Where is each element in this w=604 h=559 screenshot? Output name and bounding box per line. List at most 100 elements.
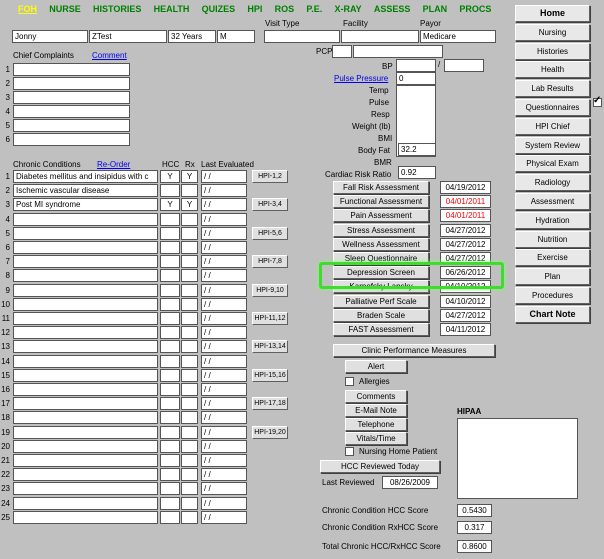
cardiac-risk-field[interactable]: 0.92: [398, 166, 436, 179]
condition-name-field[interactable]: Ischemic vascular disease: [13, 184, 158, 198]
nav-ros[interactable]: ROS: [275, 4, 295, 14]
condition-last-evaluated-field[interactable]: / /: [201, 411, 247, 425]
nav-hpi[interactable]: HPI: [247, 4, 262, 14]
condition-name-field[interactable]: [13, 383, 158, 396]
condition-rx-field[interactable]: [181, 312, 198, 325]
condition-hcc-field[interactable]: [160, 312, 180, 325]
condition-name-field[interactable]: [13, 411, 158, 425]
body-fat-field[interactable]: 32.2: [398, 143, 436, 156]
assessment-button[interactable]: Functional Assessment: [333, 195, 429, 209]
condition-rx-field[interactable]: [181, 397, 198, 411]
sidebar-button[interactable]: Nursing: [515, 23, 590, 41]
condition-rx-field[interactable]: [181, 326, 198, 340]
hpi-button[interactable]: HPI-17,18: [252, 397, 288, 411]
condition-rx-field[interactable]: [181, 212, 198, 226]
condition-hcc-field[interactable]: [160, 340, 180, 354]
condition-last-evaluated-field[interactable]: / /: [201, 468, 247, 482]
condition-rx-field[interactable]: [181, 297, 198, 311]
condition-last-evaluated-field[interactable]: / /: [201, 198, 247, 212]
condition-hcc-field[interactable]: Y: [160, 170, 180, 183]
condition-hcc-field[interactable]: [160, 454, 180, 467]
condition-name-field[interactable]: [13, 425, 158, 439]
condition-last-evaluated-field[interactable]: / /: [201, 170, 247, 183]
condition-last-evaluated-field[interactable]: / /: [201, 397, 247, 411]
reorder-link[interactable]: Re-Order: [97, 160, 130, 170]
condition-name-field[interactable]: [13, 255, 158, 269]
condition-name-field[interactable]: [13, 312, 158, 325]
condition-hcc-field[interactable]: [160, 212, 180, 226]
condition-rx-field[interactable]: [181, 226, 198, 240]
comments-button[interactable]: Comments: [345, 390, 407, 403]
condition-last-evaluated-field[interactable]: / /: [201, 425, 247, 439]
nav-xray[interactable]: X-RAY: [335, 4, 362, 14]
vitals-time-button[interactable]: Vitals/Time: [345, 432, 407, 445]
condition-name-field[interactable]: [13, 510, 158, 524]
visit-type-field[interactable]: [264, 30, 340, 43]
condition-hcc-field[interactable]: [160, 468, 180, 482]
condition-last-evaluated-field[interactable]: / /: [201, 212, 247, 226]
condition-hcc-field[interactable]: [160, 184, 180, 198]
sidebar-button[interactable]: Questionnaires: [515, 99, 590, 116]
assessment-button[interactable]: Stress Assessment: [333, 223, 429, 237]
condition-hcc-field[interactable]: [160, 269, 180, 283]
condition-hcc-field[interactable]: [160, 241, 180, 254]
condition-name-field[interactable]: [13, 241, 158, 254]
condition-rx-field[interactable]: Y: [181, 198, 198, 212]
pulse-pressure-link[interactable]: Pulse Pressure: [334, 74, 388, 84]
hpi-button[interactable]: HPI-11,12: [252, 312, 288, 325]
condition-rx-field[interactable]: [181, 383, 198, 396]
condition-name-field[interactable]: [13, 368, 158, 382]
condition-last-evaluated-field[interactable]: / /: [201, 482, 247, 496]
sidebar-button[interactable]: System Review: [515, 136, 590, 154]
condition-name-field[interactable]: [13, 496, 158, 510]
condition-hcc-field[interactable]: [160, 425, 180, 439]
condition-hcc-field[interactable]: [160, 510, 180, 524]
pcp-field-1[interactable]: [332, 45, 352, 58]
condition-last-evaluated-field[interactable]: / /: [201, 383, 247, 396]
assessment-button[interactable]: Wellness Assessment: [333, 237, 429, 251]
condition-hcc-field[interactable]: Y: [160, 198, 180, 212]
condition-hcc-field[interactable]: [160, 383, 180, 396]
condition-name-field[interactable]: [13, 226, 158, 240]
allergies-checkbox[interactable]: [345, 377, 354, 386]
condition-hcc-field[interactable]: [160, 283, 180, 297]
condition-last-evaluated-field[interactable]: / /: [201, 312, 247, 325]
condition-last-evaluated-field[interactable]: / /: [201, 269, 247, 283]
patient-age[interactable]: 32 Years: [168, 30, 216, 43]
condition-rx-field[interactable]: [181, 354, 198, 368]
condition-name-field[interactable]: [13, 439, 158, 453]
nav-foh[interactable]: FOH: [18, 4, 37, 14]
last-reviewed-field[interactable]: 08/26/2009: [382, 476, 438, 489]
condition-name-field[interactable]: [13, 283, 158, 297]
nav-health[interactable]: HEALTH: [154, 4, 190, 14]
condition-rx-field[interactable]: [181, 454, 198, 467]
complaint-field[interactable]: [13, 63, 130, 76]
sidebar-button[interactable]: Chart Note: [515, 305, 590, 323]
sidebar-button[interactable]: Histories: [515, 42, 590, 60]
assessment-button[interactable]: Pain Assessment: [333, 209, 429, 223]
nav-procs[interactable]: PROCS: [459, 4, 491, 14]
condition-last-evaluated-field[interactable]: / /: [201, 496, 247, 510]
condition-hcc-field[interactable]: [160, 368, 180, 382]
condition-name-field[interactable]: [13, 354, 158, 368]
condition-name-field[interactable]: [13, 297, 158, 311]
pulse-pressure-field[interactable]: 0: [396, 72, 436, 85]
condition-name-field[interactable]: Post MI syndrome: [13, 198, 158, 212]
condition-last-evaluated-field[interactable]: / /: [201, 283, 247, 297]
condition-rx-field[interactable]: [181, 439, 198, 453]
complaint-field[interactable]: [13, 91, 130, 104]
condition-name-field[interactable]: [13, 468, 158, 482]
sidebar-button[interactable]: Radiology: [515, 174, 590, 192]
condition-rx-field[interactable]: [181, 184, 198, 198]
nursing-home-checkbox[interactable]: [345, 447, 354, 456]
condition-hcc-field[interactable]: [160, 482, 180, 496]
sidebar-button[interactable]: Hydration: [515, 211, 590, 229]
complaint-field[interactable]: [13, 119, 130, 132]
sidebar-button[interactable]: Exercise: [515, 249, 590, 267]
nav-histories[interactable]: HISTORIES: [93, 4, 141, 14]
hpi-button[interactable]: HPI-1,2: [252, 170, 288, 183]
condition-last-evaluated-field[interactable]: / /: [201, 297, 247, 311]
bp-diastolic-field[interactable]: [444, 59, 484, 72]
condition-last-evaluated-field[interactable]: / /: [201, 439, 247, 453]
hipaa-field[interactable]: [457, 418, 578, 499]
